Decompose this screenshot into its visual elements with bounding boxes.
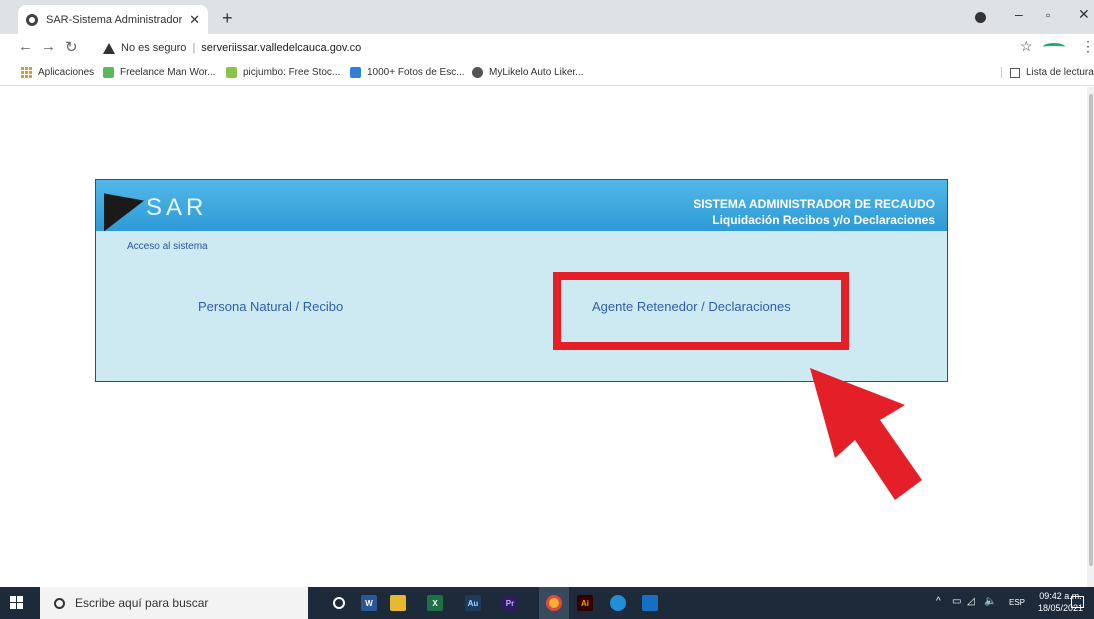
tab-title: SAR-Sistema Administrador de R bbox=[46, 13, 185, 26]
freelance-icon bbox=[103, 67, 114, 78]
mail-icon[interactable] bbox=[642, 595, 658, 611]
back-icon[interactable]: ← bbox=[18, 38, 33, 55]
bookmark-label: Freelance Man Wor... bbox=[120, 67, 216, 78]
url-field[interactable]: No es seguro | serveriissar.valledelcauc… bbox=[97, 37, 1013, 59]
profile-icon[interactable] bbox=[975, 12, 986, 23]
explorer-icon[interactable] bbox=[390, 595, 406, 611]
security-status[interactable]: No es seguro bbox=[121, 42, 186, 54]
bookmark-label: MyLikelo Auto Liker... bbox=[489, 67, 584, 78]
language-indicator[interactable]: ESP bbox=[1009, 598, 1025, 607]
sar-logo: SAR bbox=[104, 182, 234, 232]
new-tab-button[interactable]: + bbox=[222, 8, 233, 29]
premiere-icon[interactable]: Pr bbox=[502, 595, 518, 611]
windows-taskbar: Escribe aquí para buscar W X Au Pr Ai ^ … bbox=[0, 587, 1094, 619]
cortana-icon[interactable] bbox=[333, 597, 345, 609]
bookmark-mylikelo[interactable]: MyLikelo Auto Liker... bbox=[472, 67, 584, 78]
close-tab-icon[interactable]: ✕ bbox=[189, 12, 200, 28]
red-arrow-icon bbox=[810, 368, 922, 500]
browser-tab-bar: SAR-Sistema Administrador de R ✕ + – ▫ ✕ bbox=[0, 0, 1094, 34]
apps-icon bbox=[21, 67, 32, 78]
reading-list-label: Lista de lectura bbox=[1026, 67, 1094, 78]
access-label: Acceso al sistema bbox=[127, 241, 208, 252]
persona-natural-link[interactable]: Persona Natural / Recibo bbox=[198, 299, 343, 314]
close-window-icon[interactable]: ✕ bbox=[1078, 6, 1090, 23]
search-placeholder: Escribe aquí para buscar bbox=[75, 596, 209, 610]
search-icon bbox=[54, 597, 65, 609]
sar-header: SAR SISTEMA ADMINISTRADOR DE RECAUDO Liq… bbox=[96, 180, 947, 232]
reload-icon[interactable]: ↻ bbox=[65, 38, 78, 56]
edge-icon[interactable] bbox=[610, 595, 626, 611]
sar-logo-text: SAR bbox=[146, 194, 208, 221]
chrome-icon bbox=[546, 595, 562, 611]
warning-icon bbox=[103, 42, 115, 54]
battery-icon[interactable]: ▭ bbox=[952, 596, 961, 607]
bookmark-star-icon[interactable]: ☆ bbox=[1020, 38, 1033, 55]
sar-logo-mark-icon bbox=[104, 182, 144, 232]
photos-icon bbox=[350, 67, 361, 78]
taskbar-search[interactable]: Escribe aquí para buscar bbox=[40, 587, 308, 619]
maximize-icon[interactable]: ▫ bbox=[1046, 8, 1050, 22]
sar-title: SISTEMA ADMINISTRADOR DE RECAUDO Liquida… bbox=[693, 196, 935, 228]
network-icon[interactable]: ◿ bbox=[967, 596, 975, 607]
excel-icon[interactable]: X bbox=[427, 595, 443, 611]
picjumbo-icon bbox=[226, 67, 237, 78]
browser-tab[interactable]: SAR-Sistema Administrador de R ✕ bbox=[18, 5, 208, 34]
extension-icon[interactable] bbox=[1043, 43, 1065, 51]
bookmark-picjumbo[interactable]: picjumbo: Free Stoc... bbox=[226, 67, 340, 78]
bookmark-photos[interactable]: 1000+ Fotos de Esc... bbox=[350, 67, 465, 78]
globe-icon bbox=[472, 67, 483, 78]
windows-start-icon[interactable] bbox=[10, 596, 23, 609]
minimize-icon[interactable]: – bbox=[1015, 6, 1023, 22]
notification-icon[interactable] bbox=[1071, 596, 1084, 608]
sar-title-line2: Liquidación Recibos y/o Declaraciones bbox=[712, 213, 935, 227]
highlight-box bbox=[553, 272, 849, 350]
url-host: serveriissar.valledelcauca.gov.co bbox=[201, 42, 362, 54]
illustrator-icon[interactable]: Ai bbox=[577, 595, 593, 611]
bookmark-label: picjumbo: Free Stoc... bbox=[243, 67, 341, 78]
word-icon[interactable]: W bbox=[361, 595, 377, 611]
bookmark-apps[interactable]: Aplicaciones bbox=[21, 67, 94, 78]
reading-list-icon bbox=[1010, 67, 1020, 78]
url-separator: | bbox=[192, 42, 196, 54]
audition-icon[interactable]: Au bbox=[465, 595, 481, 611]
bookmark-label: 1000+ Fotos de Esc... bbox=[367, 67, 465, 78]
bookmarks-bar: Aplicaciones Freelance Man Wor... picjum… bbox=[0, 62, 1094, 86]
chevron-up-icon[interactable]: ^ bbox=[936, 596, 941, 607]
forward-icon[interactable]: → bbox=[41, 38, 56, 55]
chrome-active-slot[interactable] bbox=[539, 587, 569, 619]
globe-icon bbox=[26, 13, 38, 26]
bookmark-label: Aplicaciones bbox=[38, 67, 95, 78]
menu-icon[interactable]: ⋮ bbox=[1081, 38, 1094, 55]
address-bar-row: ← → ↻ No es seguro | serveriissar.valled… bbox=[0, 34, 1094, 62]
bookmark-freelance[interactable]: Freelance Man Wor... bbox=[103, 67, 215, 78]
reading-list[interactable]: Lista de lectura bbox=[1001, 67, 1094, 78]
scrollbar-thumb[interactable] bbox=[1089, 94, 1093, 566]
sar-title-line1: SISTEMA ADMINISTRADOR DE RECAUDO bbox=[693, 197, 935, 211]
volume-icon[interactable]: 🔈 bbox=[984, 596, 996, 607]
